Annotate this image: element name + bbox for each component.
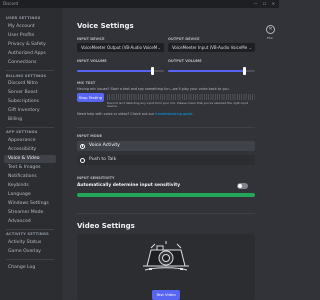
- auto-sensitivity-toggle[interactable]: [237, 183, 248, 189]
- mic-test-label: MIC TEST: [77, 81, 96, 85]
- output-device-value: VoiceMeeter Input (VB-Audio VoiceMe: [172, 45, 248, 50]
- sidebar-item-language[interactable]: Language: [4, 191, 56, 199]
- chevron-down-icon: ⌄: [248, 45, 252, 50]
- toggle-knob: [237, 183, 243, 189]
- radio-voice-activity[interactable]: Voice Activity: [77, 141, 255, 151]
- sensitivity-threshold-bar[interactable]: [77, 193, 255, 197]
- voice-settings-panel: Voice Settings ✕ ESC INPUT DEVICE VoiceM…: [62, 8, 279, 300]
- video-settings-title: Video Settings: [77, 222, 135, 230]
- radio-unselected-icon: [80, 157, 85, 163]
- sidebar-item-keybinds[interactable]: Keybinds: [4, 182, 56, 190]
- sidebar-item-discord-nitro[interactable]: Discord Nitro: [4, 80, 56, 88]
- sidebar-item-accessibility[interactable]: Accessibility: [4, 146, 56, 154]
- troubleshooting-link[interactable]: troubleshooting guide.: [155, 112, 193, 116]
- output-volume-fill: [168, 70, 245, 72]
- sidebar-item-advanced[interactable]: Advanced: [4, 218, 56, 226]
- output-volume-slider[interactable]: [168, 67, 255, 75]
- sidebar-item-server-boost[interactable]: Server Boost: [4, 89, 56, 97]
- output-device-label: OUTPUT DEVICE: [168, 37, 200, 41]
- input-volume-handle[interactable]: [151, 67, 155, 75]
- sidebar-item-gift-inventory[interactable]: Gift Inventory: [4, 107, 56, 115]
- input-device-value: VoiceMeeter Output (VB-Audio VoiceM: [81, 45, 158, 50]
- sidebar-divider: [6, 259, 54, 260]
- sidebar-divider: [6, 229, 54, 230]
- app-name: Discord: [3, 1, 19, 6]
- sidebar-item-my-account[interactable]: My Account: [4, 23, 56, 31]
- input-volume-fill: [77, 70, 153, 72]
- input-device-label: INPUT DEVICE: [77, 37, 105, 41]
- output-device-select[interactable]: VoiceMeeter Input (VB-Audio VoiceMe ⌄: [168, 43, 255, 52]
- title-bar: Discord — ☐ ✕: [0, 0, 279, 8]
- camera-illustration-icon: [143, 241, 189, 271]
- auto-sensitivity-label: Automatically determine input sensitivit…: [77, 183, 181, 188]
- settings-sidebar: USER SETTINGS My Account User Profile Pr…: [0, 8, 62, 300]
- sidebar-item-voice-video[interactable]: Voice & Video: [4, 155, 56, 163]
- sidebar-item-game-overlay[interactable]: Game Overlay: [4, 248, 56, 256]
- sidebar-item-notifications[interactable]: Notifications: [4, 173, 56, 181]
- input-volume-label: INPUT VOLUME: [77, 59, 107, 63]
- sidebar-item-authorized-apps[interactable]: Authorized Apps: [4, 50, 56, 58]
- help-text: Need help with voice or video? Check out…: [77, 112, 155, 116]
- mic-level-meter: [107, 94, 255, 100]
- sidebar-item-streamer-mode[interactable]: Streamer Mode: [4, 209, 56, 217]
- input-device-select[interactable]: VoiceMeeter Output (VB-Audio VoiceM ⌄: [77, 43, 164, 52]
- sidebar-divider: [6, 70, 54, 71]
- test-video-button[interactable]: Test Video: [152, 290, 180, 300]
- sidebar-item-text-images[interactable]: Text & Images: [4, 164, 56, 172]
- sidebar-item-privacy-safety[interactable]: Privacy & Safety: [4, 41, 56, 49]
- chevron-down-icon: ⌄: [157, 45, 161, 50]
- sidebar-item-subscriptions[interactable]: Subscriptions: [4, 98, 56, 106]
- page-title: Voice Settings: [77, 22, 134, 30]
- video-preview-area: Test Video: [77, 234, 255, 300]
- sidebar-item-billing[interactable]: Billing: [4, 116, 56, 124]
- sidebar-divider: [6, 127, 54, 128]
- esc-label: ESC: [267, 36, 273, 40]
- radio-selected-icon: [80, 143, 85, 149]
- stop-testing-button[interactable]: Stop Testing: [77, 93, 104, 102]
- help-text-line: Need help with voice or video? Check out…: [77, 112, 194, 116]
- output-volume-label: OUTPUT VOLUME: [168, 59, 202, 63]
- section-header-billing-settings: BILLING SETTINGS: [6, 74, 47, 78]
- voice-activity-label: Voice Activity: [89, 143, 120, 148]
- section-header-app-settings: APP SETTINGS: [6, 130, 38, 134]
- push-to-talk-label: Push to Talk: [89, 157, 117, 162]
- output-volume-handle[interactable]: [243, 67, 247, 75]
- sidebar-item-windows-settings[interactable]: Windows Settings: [4, 200, 56, 208]
- close-icon: ✕: [268, 26, 273, 32]
- sidebar-item-connections[interactable]: Connections: [4, 59, 56, 67]
- sidebar-item-activity-status[interactable]: Activity Status: [4, 239, 56, 247]
- mic-test-description: Having mic issues? Start a test and say …: [77, 87, 230, 91]
- section-header-activity-settings: ACTIVITY SETTINGS: [6, 232, 49, 236]
- sidebar-item-appearance[interactable]: Appearance: [4, 137, 56, 145]
- window-controls[interactable]: — ☐ ✕: [254, 1, 277, 6]
- section-divider: [77, 127, 255, 128]
- sidebar-item-change-log[interactable]: Change Log: [4, 264, 56, 272]
- input-mode-label: INPUT MODE: [77, 134, 102, 138]
- section-divider: [77, 213, 255, 214]
- mic-test-note: Discord isn't detecting any input from y…: [107, 101, 249, 109]
- sidebar-item-user-profile[interactable]: User Profile: [4, 32, 56, 40]
- close-button[interactable]: ✕: [266, 25, 275, 34]
- input-sensitivity-label: INPUT SENSITIVITY: [77, 176, 115, 180]
- radio-push-to-talk[interactable]: Push to Talk: [77, 155, 255, 165]
- section-header-user-settings: USER SETTINGS: [6, 16, 41, 20]
- input-volume-slider[interactable]: [77, 67, 164, 75]
